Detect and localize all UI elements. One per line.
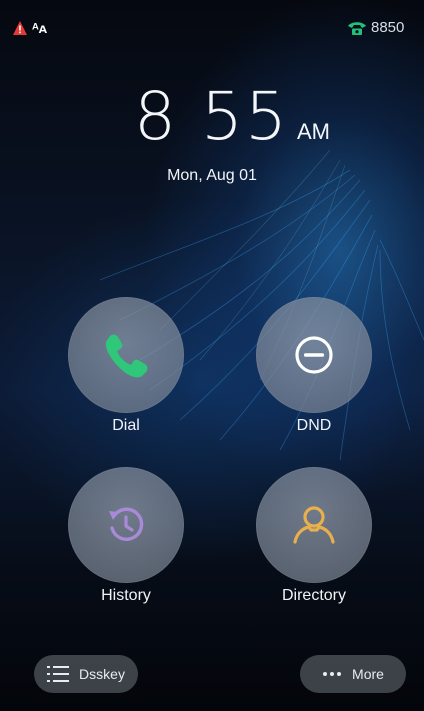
- dsskey-button[interactable]: Dsskey: [34, 655, 138, 693]
- directory-button[interactable]: [256, 467, 372, 583]
- phone-handset-icon: [348, 22, 366, 35]
- clock: 8 55 AM: [0, 78, 424, 158]
- warning-triangle-icon[interactable]: [12, 20, 28, 36]
- clock-ampm: AM: [296, 119, 330, 144]
- extension-number: 8850: [371, 19, 405, 36]
- font-size-indicator-icon: ᴬᴀ: [32, 20, 48, 36]
- status-bar: ᴬᴀ 8850: [0, 0, 424, 36]
- directory-tile[interactable]: Directory: [256, 467, 372, 605]
- date-label: Mon, Aug 01: [167, 167, 257, 184]
- dnd-label: DND: [296, 417, 332, 434]
- dnd-tile[interactable]: DND: [256, 297, 372, 435]
- history-label: History: [101, 587, 151, 604]
- history-button[interactable]: [68, 467, 184, 583]
- dial-label: Dial: [112, 417, 140, 434]
- list-icon: [47, 666, 70, 682]
- directory-label: Directory: [281, 587, 346, 604]
- clock-time: 8 55: [134, 78, 289, 155]
- history-icon: [109, 507, 144, 541]
- dsskey-label: Dsskey: [79, 666, 125, 682]
- dnd-button[interactable]: [256, 297, 372, 413]
- home-screen: ᴬᴀ 8850 8 55 AM Mon, Aug 01 Dial DND His…: [0, 0, 424, 711]
- do-not-disturb-icon: [295, 336, 333, 374]
- contact-person-icon: [293, 506, 335, 544]
- dial-tile[interactable]: Dial: [68, 297, 184, 435]
- phone-icon: [105, 334, 148, 378]
- history-tile[interactable]: History: [68, 467, 184, 605]
- more-label: More: [352, 666, 384, 682]
- more-dots-icon: [323, 672, 342, 676]
- more-button[interactable]: More: [300, 655, 406, 693]
- dial-button[interactable]: [68, 297, 184, 413]
